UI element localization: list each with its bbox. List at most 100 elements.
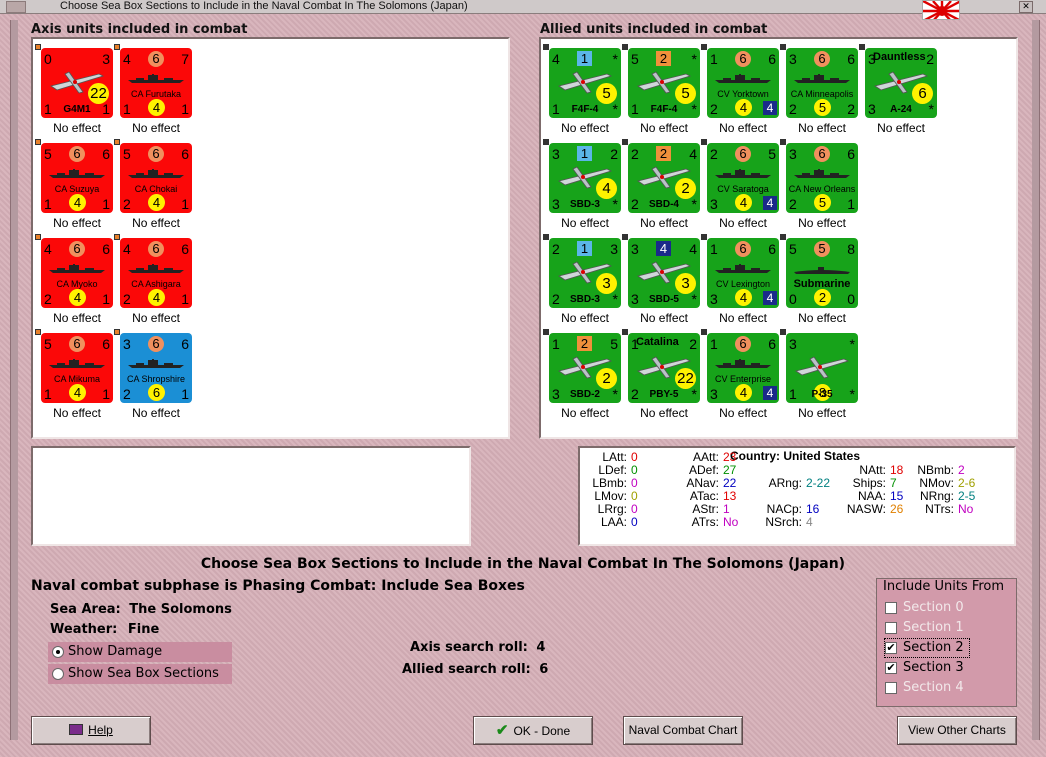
stat-row: LMov: 0 <box>585 489 637 503</box>
unit-marker <box>780 139 786 145</box>
system-menu-icon[interactable] <box>6 1 26 13</box>
stat-row: ATac: 13 <box>675 489 736 503</box>
unit-counter[interactable]: 3 * 1 * 8 P-35 <box>786 333 858 403</box>
unit-effect: No effect <box>132 311 180 325</box>
unit-counter[interactable]: 3 2 3 * 6 A-24 Dauntless <box>865 48 937 118</box>
unit-counter[interactable]: 5 6 1 1 6 4 CA Suzuya <box>41 143 113 213</box>
view-other-charts-button[interactable]: View Other Charts <box>897 716 1017 745</box>
ship-icon <box>794 167 850 178</box>
unit-marker <box>35 139 41 145</box>
unit-tr-value: 8 <box>847 241 855 257</box>
stat-key: NACp: <box>766 502 802 516</box>
unit-effect: No effect <box>798 121 846 135</box>
unit-effect: No effect <box>640 311 688 325</box>
show-damage-radio[interactable]: Show Damage <box>48 642 232 662</box>
unit-effect: No effect <box>877 121 925 135</box>
unit-bl-value: 2 <box>789 196 797 212</box>
close-icon[interactable]: ✕ <box>1019 1 1033 13</box>
ship-icon <box>49 357 105 368</box>
section-checkbox[interactable]: ✔ Section 3 <box>885 659 1007 677</box>
radio-dot-icon[interactable] <box>52 646 64 658</box>
aircraft-icon <box>636 256 692 284</box>
unit-tr-value: 6 <box>102 146 110 162</box>
unit-counter[interactable]: 0 3 1 1 22 G4M1 <box>41 48 113 118</box>
unit-bl-value: 1 <box>44 386 52 402</box>
unit-name: CA Mikuma <box>53 374 100 384</box>
unit-effect: No effect <box>640 216 688 230</box>
aircraft-icon <box>636 66 692 94</box>
unit-counter[interactable]: 1 2 2 * 22 PBY-5 Catalina <box>628 333 700 403</box>
unit-counter[interactable]: 3 4 3 * 4 3 SBD-5 <box>628 238 700 308</box>
unit-counter[interactable]: 4 7 1 1 6 4 CA Furutaka <box>120 48 192 118</box>
checkbox-icon[interactable] <box>885 682 897 694</box>
unit-tl-value: 2 <box>552 241 560 257</box>
section-checkbox[interactable]: Section 0 <box>885 599 1007 617</box>
checkbox-icon[interactable]: ✔ <box>885 662 897 674</box>
unit-marker <box>35 44 41 50</box>
unit-counter[interactable]: 1 6 2 6 4 4 CV Yorktown <box>707 48 779 118</box>
unit-attack-circle: 6 <box>148 51 164 67</box>
unit-counter[interactable]: 1 6 3 6 4 4 CV Enterprise <box>707 333 779 403</box>
unit-name: Submarine <box>793 279 851 289</box>
stat-key: AAtt: <box>692 450 719 464</box>
unit-counter[interactable]: 3 6 2 1 6 5 CA New Orleans <box>786 143 858 213</box>
unit-counter[interactable]: 1 6 3 6 4 4 CV Lexington <box>707 238 779 308</box>
unit-tr-value: 5 <box>768 146 776 162</box>
naval-combat-chart-button[interactable]: Naval Combat Chart <box>623 716 743 745</box>
checkbox-icon[interactable]: ✔ <box>885 642 897 654</box>
unit-counter[interactable]: 2 3 2 * 1 3 SBD-3 <box>549 238 621 308</box>
unit-counter[interactable]: 4 6 2 1 6 4 CA Myoko <box>41 238 113 308</box>
section-checkbox[interactable]: Section 1 <box>885 619 1007 637</box>
unit-counter[interactable]: 2 4 2 * 2 2 SBD-4 <box>628 143 700 213</box>
unit-bl-value: 2 <box>789 101 797 117</box>
help-button[interactable]: Help <box>31 716 151 745</box>
section-checkbox[interactable]: ✔ Section 2 <box>884 638 970 658</box>
stat-key: NSrch: <box>765 515 802 529</box>
unit-marker <box>780 234 786 240</box>
unit-attack-circle: 6 <box>735 241 751 257</box>
checkmark-icon: ✔ <box>495 722 509 739</box>
unit-counter[interactable]: 3 2 3 * 1 4 SBD-3 <box>549 143 621 213</box>
radio-dot-icon[interactable] <box>52 668 64 680</box>
unit-bl-value: 2 <box>710 101 718 117</box>
unit-tr-value: 4 <box>689 146 697 162</box>
unit-counter[interactable]: 2 5 3 6 4 4 CV Saratoga <box>707 143 779 213</box>
book-icon <box>69 724 84 735</box>
unit-tr-value: 6 <box>181 146 189 162</box>
unit-marker <box>859 44 865 50</box>
unit-name: CA Suzuya <box>54 184 100 194</box>
unit-counter[interactable]: 4 * 1 * 1 5 F4F-4 <box>549 48 621 118</box>
unit-tl-value: 1 <box>710 51 718 67</box>
stat-key: ATac: <box>689 489 719 503</box>
unit-counter[interactable]: 5 * 1 * 2 5 F4F-4 <box>628 48 700 118</box>
unit-counter[interactable]: 3 6 2 2 6 5 CA Minneapolis <box>786 48 858 118</box>
frame-scroll-right <box>1032 20 1040 740</box>
unit-bl-value: 3 <box>710 386 718 402</box>
ship-icon <box>794 72 850 83</box>
allied-search-roll: Allied search roll: 6 <box>402 662 548 677</box>
unit-counter[interactable]: 5 8 0 0 5 2 Submarine <box>786 238 858 308</box>
unit-counter[interactable]: 3 6 2 1 6 6 CA Shropshire <box>120 333 192 403</box>
unit-bl-value: 3 <box>710 291 718 307</box>
unit-marker <box>622 329 628 335</box>
axis-units-panel: 0 3 1 1 22 G4M1 No effect 4 7 1 1 6 4 CA Furutaka No e… <box>31 37 510 439</box>
unit-counter[interactable]: 1 5 3 * 2 2 SBD-2 <box>549 333 621 403</box>
unit-br-value: 0 <box>847 291 855 307</box>
unit-counter[interactable]: 4 6 2 1 6 4 CA Ashigara <box>120 238 192 308</box>
unit-carrier-square: 4 <box>763 291 777 305</box>
unit-name: CA Myoko <box>56 279 98 289</box>
unit-effect: No effect <box>53 406 101 420</box>
section-checkbox[interactable]: Section 4 <box>885 679 1007 697</box>
unit-marker <box>114 139 120 145</box>
checkbox-icon[interactable] <box>885 622 897 634</box>
unit-counter[interactable]: 5 6 2 1 6 4 CA Chokai <box>120 143 192 213</box>
ship-icon <box>128 72 184 83</box>
stat-value: No <box>723 515 739 529</box>
unit-counter[interactable]: 5 6 1 1 6 4 CA Mikuma <box>41 333 113 403</box>
aircraft-icon <box>557 66 613 94</box>
checkbox-icon[interactable] <box>885 602 897 614</box>
unit-marker <box>114 44 120 50</box>
stat-value: 2 <box>958 463 965 477</box>
show-sections-radio[interactable]: Show Sea Box Sections <box>48 664 232 684</box>
ok-done-button[interactable]: ✔ OK - Done <box>473 716 593 745</box>
